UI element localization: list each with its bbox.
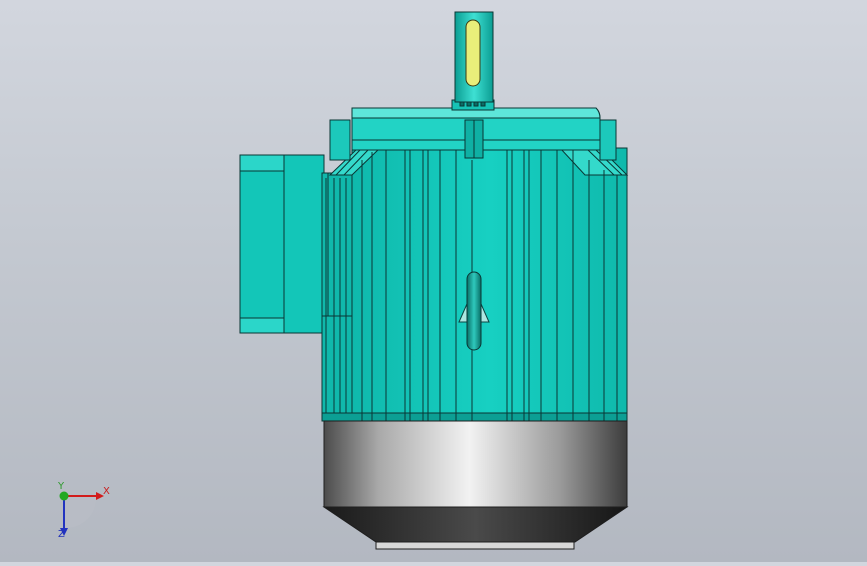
lifting-lug	[464, 119, 484, 159]
3d-viewport[interactable]	[0, 0, 867, 562]
x-axis-label: X	[103, 486, 110, 497]
z-axis-label: Z	[58, 529, 65, 540]
y-axis-label: Y	[58, 481, 65, 492]
y-axis-dot	[59, 491, 69, 501]
fan-cover	[322, 420, 629, 550]
output-shaft[interactable]	[454, 11, 494, 107]
coordinate-triad: X Y Z	[44, 481, 116, 546]
motor-model[interactable]	[0, 0, 867, 562]
triad-shadow	[64, 496, 97, 529]
terminal-box[interactable]	[239, 154, 353, 334]
